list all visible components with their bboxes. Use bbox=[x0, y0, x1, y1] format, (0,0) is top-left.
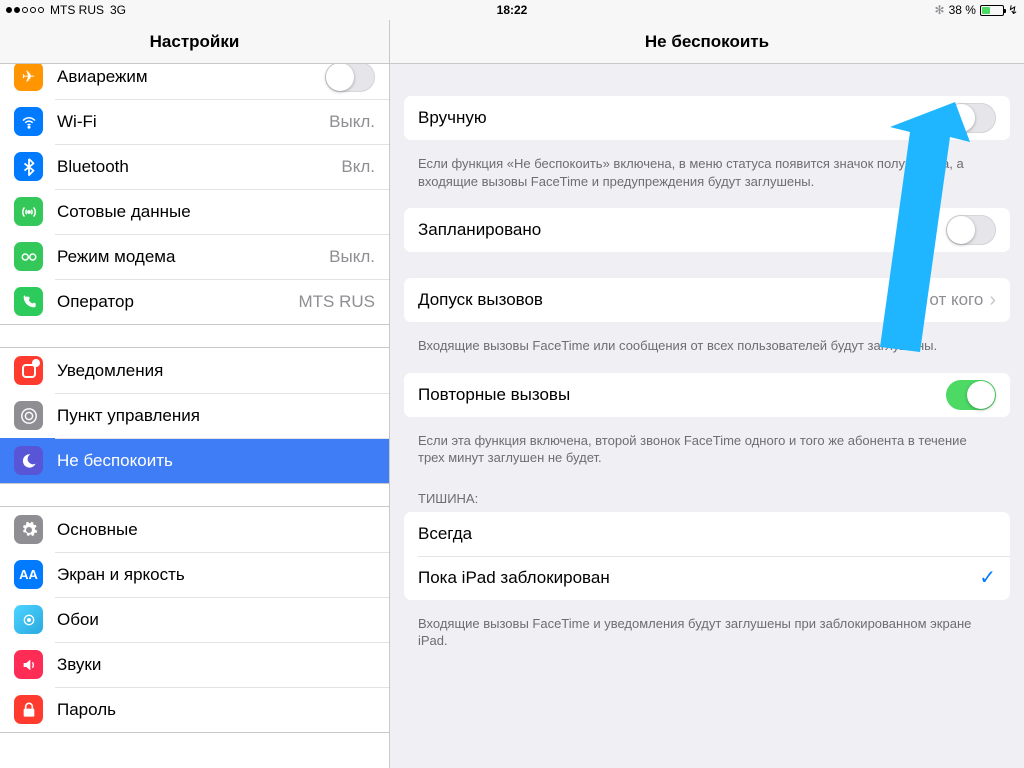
sidebar-item-bluetooth[interactable]: Bluetooth Вкл. bbox=[0, 144, 389, 189]
wifi-icon bbox=[14, 107, 43, 136]
battery-percent: 38 % bbox=[949, 3, 976, 17]
manual-row[interactable]: Вручную bbox=[404, 96, 1010, 140]
silence-locked-row[interactable]: Пока iPad заблокирован ✓ bbox=[404, 556, 1010, 600]
chevron-right-icon: › bbox=[989, 290, 996, 310]
sidebar-item-detail: MTS RUS bbox=[299, 292, 376, 312]
sidebar-item-label: Оператор bbox=[57, 292, 299, 312]
sidebar-item-label: Не беспокоить bbox=[57, 451, 375, 471]
silence-always-row[interactable]: Всегда bbox=[404, 512, 1010, 556]
bluetooth-icon bbox=[14, 152, 43, 181]
manual-toggle[interactable] bbox=[946, 103, 996, 133]
sidebar-item-label: Режим модема bbox=[57, 247, 329, 267]
silence-locked-label: Пока iPad заблокирован bbox=[418, 568, 979, 588]
scheduled-label: Запланировано bbox=[418, 220, 946, 240]
notifications-icon bbox=[14, 356, 43, 385]
sidebar-item-label: Пункт управления bbox=[57, 406, 375, 426]
sidebar-item-passcode[interactable]: Пароль bbox=[0, 687, 389, 732]
sidebar-item-label: Сотовые данные bbox=[57, 202, 375, 222]
sidebar-item-label: Bluetooth bbox=[57, 157, 341, 177]
silence-header: Тишина: bbox=[390, 485, 1024, 512]
sidebar-item-label: Обои bbox=[57, 610, 375, 630]
sidebar-item-label: Основные bbox=[57, 520, 375, 540]
sidebar-item-hotspot[interactable]: Режим модема Выкл. bbox=[0, 234, 389, 279]
lock-icon bbox=[14, 695, 43, 724]
network-label: 3G bbox=[110, 3, 126, 17]
repeated-calls-footnote: Если эта функция включена, второй звонок… bbox=[390, 425, 1024, 485]
checkmark-icon: ✓ bbox=[979, 565, 996, 590]
manual-footnote: Если функция «Не беспокоить» включена, в… bbox=[390, 148, 1024, 208]
carrier-label: MTS RUS bbox=[50, 3, 104, 17]
settings-sidebar: ✈ Авиарежим Wi-Fi Выкл. Bluetooth Вкл. С… bbox=[0, 64, 390, 768]
sidebar-item-dnd[interactable]: Не беспокоить bbox=[0, 438, 389, 483]
sounds-icon bbox=[14, 650, 43, 679]
sidebar-item-label: Звуки bbox=[57, 655, 375, 675]
scheduled-row[interactable]: Запланировано bbox=[404, 208, 1010, 252]
allow-calls-row[interactable]: Допуск вызовов Ни от кого › bbox=[404, 278, 1010, 322]
sidebar-item-general[interactable]: Основные bbox=[0, 507, 389, 552]
clock: 18:22 bbox=[497, 3, 528, 17]
sidebar-item-label: Экран и яркость bbox=[57, 565, 375, 585]
wallpaper-icon bbox=[14, 605, 43, 634]
control-center-icon bbox=[14, 401, 43, 430]
sidebar-item-label: Уведомления bbox=[57, 361, 375, 381]
sidebar-item-carrier[interactable]: Оператор MTS RUS bbox=[0, 279, 389, 324]
repeated-calls-row[interactable]: Повторные вызовы bbox=[404, 373, 1010, 417]
sidebar-item-label: Wi-Fi bbox=[57, 112, 329, 132]
sidebar-item-label: Пароль bbox=[57, 700, 375, 720]
nav-bar: Настройки Не беспокоить bbox=[0, 20, 1024, 64]
sidebar-item-detail: Выкл. bbox=[329, 247, 375, 267]
sidebar-item-cellular[interactable]: Сотовые данные bbox=[0, 189, 389, 234]
sidebar-item-display[interactable]: AA Экран и яркость bbox=[0, 552, 389, 597]
status-bar: MTS RUS 3G 18:22 ✻ 38 % ↯ bbox=[0, 0, 1024, 20]
cellular-icon bbox=[14, 197, 43, 226]
airplane-toggle[interactable] bbox=[325, 64, 375, 92]
moon-icon bbox=[14, 446, 43, 475]
sidebar-title: Настройки bbox=[0, 20, 390, 63]
sidebar-item-wifi[interactable]: Wi-Fi Выкл. bbox=[0, 99, 389, 144]
sidebar-item-control-center[interactable]: Пункт управления bbox=[0, 393, 389, 438]
detail-pane: Вручную Если функция «Не беспокоить» вкл… bbox=[390, 64, 1024, 768]
scheduled-toggle[interactable] bbox=[946, 215, 996, 245]
manual-label: Вручную bbox=[418, 108, 946, 128]
phone-icon bbox=[14, 287, 43, 316]
allow-calls-footnote: Входящие вызовы FaceTime или сообщения о… bbox=[390, 330, 1024, 373]
sidebar-item-detail: Вкл. bbox=[341, 157, 375, 177]
display-icon: AA bbox=[14, 560, 43, 589]
battery-icon bbox=[980, 5, 1004, 16]
silence-footnote: Входящие вызовы FaceTime и уведомления б… bbox=[390, 608, 1024, 668]
sidebar-item-detail: Выкл. bbox=[329, 112, 375, 132]
signal-dots bbox=[6, 7, 44, 13]
charging-icon: ↯ bbox=[1008, 3, 1018, 17]
sidebar-item-label: Авиарежим bbox=[57, 67, 325, 87]
bluetooth-icon: ✻ bbox=[935, 3, 945, 17]
sidebar-item-sounds[interactable]: Звуки bbox=[0, 642, 389, 687]
silence-always-label: Всегда bbox=[418, 524, 996, 544]
sidebar-item-airplane[interactable]: ✈ Авиарежим bbox=[0, 64, 389, 99]
page-title: Не беспокоить bbox=[390, 20, 1024, 63]
sidebar-item-notifications[interactable]: Уведомления bbox=[0, 348, 389, 393]
gear-icon bbox=[14, 515, 43, 544]
repeated-calls-toggle[interactable] bbox=[946, 380, 996, 410]
sidebar-item-wallpaper[interactable]: Обои bbox=[0, 597, 389, 642]
allow-calls-label: Допуск вызовов bbox=[418, 290, 903, 310]
repeated-calls-label: Повторные вызовы bbox=[418, 385, 946, 405]
hotspot-icon bbox=[14, 242, 43, 271]
allow-calls-value: Ни от кого bbox=[903, 290, 983, 310]
airplane-icon: ✈ bbox=[14, 64, 43, 91]
